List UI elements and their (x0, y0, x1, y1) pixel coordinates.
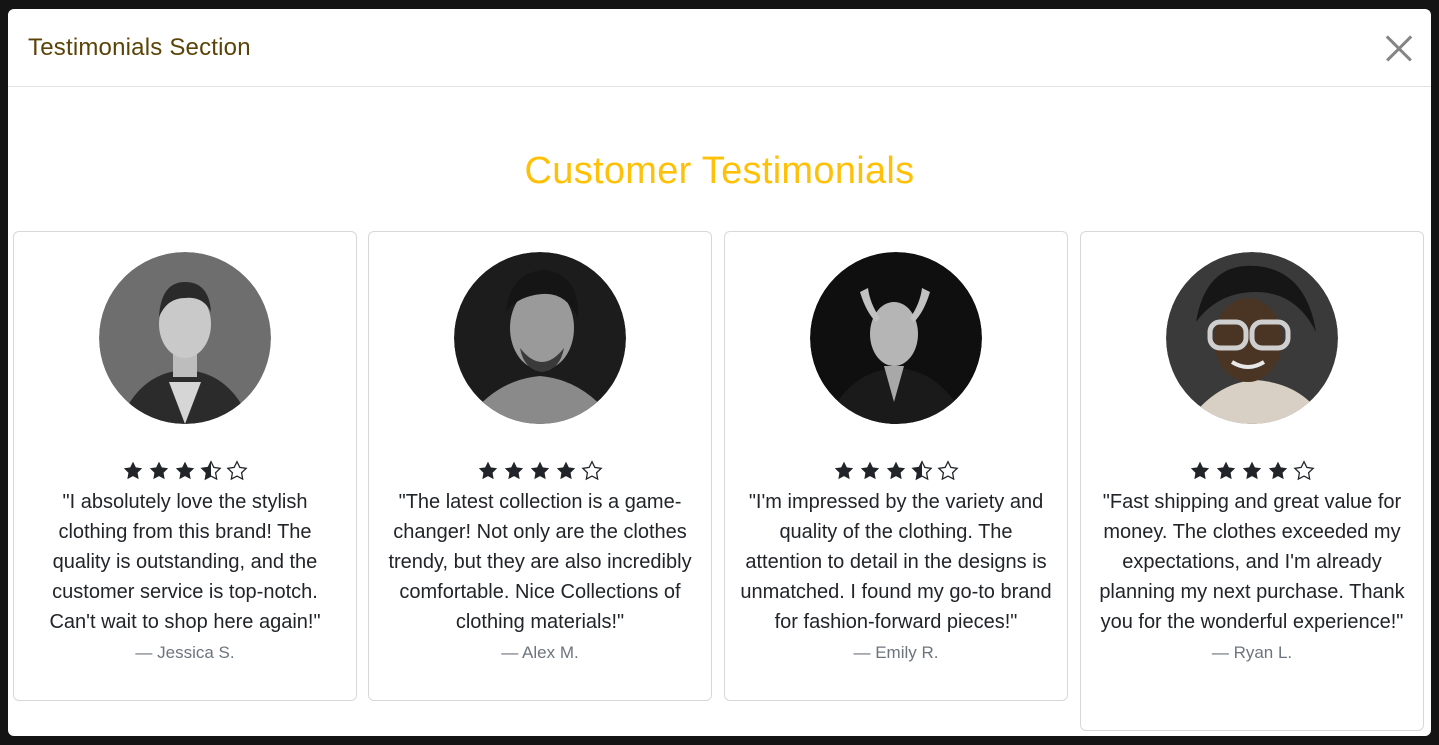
star-full-icon (477, 460, 499, 484)
testimonials-modal: Testimonials Section Customer Testimonia… (8, 9, 1431, 736)
testimonial-quote: "Fast shipping and great value for money… (1099, 491, 1405, 633)
testimonial-quote: "The latest collection is a game-changer… (388, 491, 692, 633)
testimonial-author: — Jessica S. (135, 643, 235, 662)
star-full-icon (1215, 460, 1237, 484)
customer-avatar (99, 252, 271, 424)
star-full-icon (859, 460, 881, 484)
testimonial-quote: "I'm impressed by the variety and qualit… (740, 491, 1052, 633)
testimonial-author: — Ryan L. (1211, 643, 1293, 662)
star-empty-icon (937, 460, 959, 484)
star-full-icon (1241, 460, 1263, 484)
modal-title: Testimonials Section (28, 33, 251, 61)
star-full-icon (529, 460, 551, 484)
star-full-icon (833, 460, 855, 484)
rating-stars (1081, 460, 1423, 484)
star-full-icon (503, 460, 525, 484)
customer-avatar (810, 252, 982, 424)
star-empty-icon (226, 460, 248, 484)
customer-avatar (454, 252, 626, 424)
testimonial-card: "I'm impressed by the variety and qualit… (724, 231, 1068, 701)
testimonial-card: "The latest collection is a game-changer… (368, 231, 712, 701)
star-full-icon (1189, 460, 1211, 484)
rating-stars (14, 460, 356, 484)
modal-header: Testimonials Section (8, 9, 1431, 87)
testimonial-author: — Emily R. (853, 643, 939, 662)
testimonial-card: "Fast shipping and great value for money… (1080, 231, 1424, 731)
customer-avatar (1166, 252, 1338, 424)
star-full-icon (148, 460, 170, 484)
rating-stars (369, 460, 711, 484)
section-heading: Customer Testimonials (524, 150, 915, 192)
star-empty-icon (581, 460, 603, 484)
star-full-icon (555, 460, 577, 484)
testimonial-quote: "I absolutely love the stylish clothing … (49, 491, 321, 633)
rating-stars (725, 460, 1067, 484)
star-full-icon (174, 460, 196, 484)
testimonial-card: "I absolutely love the stylish clothing … (13, 231, 357, 701)
star-full-icon (885, 460, 907, 484)
star-empty-icon (1293, 460, 1315, 484)
testimonial-author: — Alex M. (501, 643, 579, 662)
star-half-icon (200, 460, 222, 484)
star-full-icon (1267, 460, 1289, 484)
close-button[interactable] (1385, 34, 1413, 62)
star-full-icon (122, 460, 144, 484)
star-half-icon (911, 460, 933, 484)
